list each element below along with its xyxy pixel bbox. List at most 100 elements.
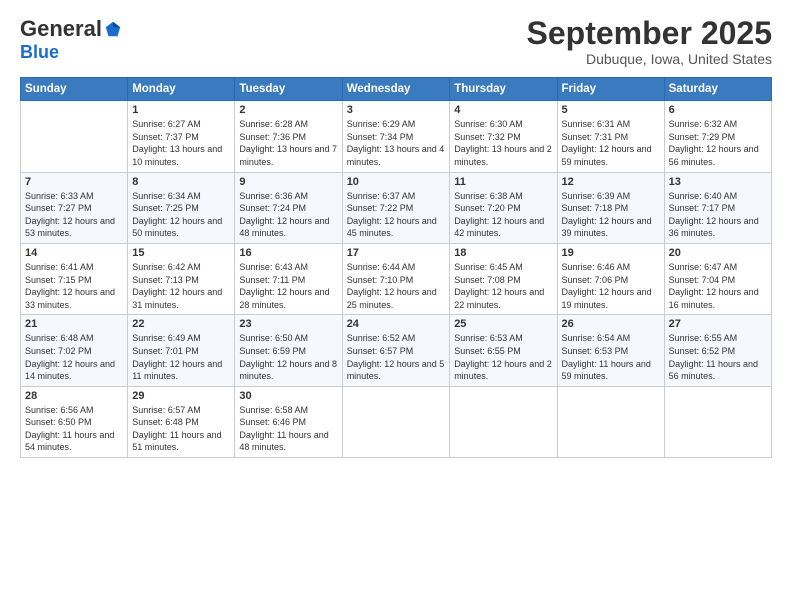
day-number: 4 xyxy=(454,104,552,116)
day-number: 2 xyxy=(239,104,337,116)
calendar-cell: 15 Sunrise: 6:42 AMSunset: 7:13 PMDaylig… xyxy=(128,243,235,314)
calendar-cell: 25 Sunrise: 6:53 AMSunset: 6:55 PMDaylig… xyxy=(450,315,557,386)
calendar-week-row: 7 Sunrise: 6:33 AMSunset: 7:27 PMDayligh… xyxy=(21,172,772,243)
col-tuesday: Tuesday xyxy=(235,78,342,101)
cell-info: Sunrise: 6:34 AMSunset: 7:25 PMDaylight:… xyxy=(132,190,230,240)
calendar-cell: 28 Sunrise: 6:56 AMSunset: 6:50 PMDaylig… xyxy=(21,386,128,457)
day-number: 14 xyxy=(25,247,123,259)
calendar-cell: 22 Sunrise: 6:49 AMSunset: 7:01 PMDaylig… xyxy=(128,315,235,386)
day-number: 10 xyxy=(347,176,446,188)
logo-blue: Blue xyxy=(20,42,59,62)
col-saturday: Saturday xyxy=(664,78,771,101)
day-number: 11 xyxy=(454,176,552,188)
calendar-cell: 1 Sunrise: 6:27 AMSunset: 7:37 PMDayligh… xyxy=(128,101,235,172)
day-number: 7 xyxy=(25,176,123,188)
day-number: 20 xyxy=(669,247,767,259)
day-number: 15 xyxy=(132,247,230,259)
cell-info: Sunrise: 6:53 AMSunset: 6:55 PMDaylight:… xyxy=(454,332,552,382)
calendar-cell: 29 Sunrise: 6:57 AMSunset: 6:48 PMDaylig… xyxy=(128,386,235,457)
calendar-cell: 14 Sunrise: 6:41 AMSunset: 7:15 PMDaylig… xyxy=(21,243,128,314)
col-sunday: Sunday xyxy=(21,78,128,101)
cell-info: Sunrise: 6:31 AMSunset: 7:31 PMDaylight:… xyxy=(562,118,660,168)
day-number: 5 xyxy=(562,104,660,116)
day-number: 16 xyxy=(239,247,337,259)
calendar-week-row: 1 Sunrise: 6:27 AMSunset: 7:37 PMDayligh… xyxy=(21,101,772,172)
calendar-cell: 3 Sunrise: 6:29 AMSunset: 7:34 PMDayligh… xyxy=(342,101,450,172)
calendar-cell: 11 Sunrise: 6:38 AMSunset: 7:20 PMDaylig… xyxy=(450,172,557,243)
cell-info: Sunrise: 6:45 AMSunset: 7:08 PMDaylight:… xyxy=(454,261,552,311)
col-monday: Monday xyxy=(128,78,235,101)
day-number: 19 xyxy=(562,247,660,259)
calendar-cell: 2 Sunrise: 6:28 AMSunset: 7:36 PMDayligh… xyxy=(235,101,342,172)
calendar-week-row: 14 Sunrise: 6:41 AMSunset: 7:15 PMDaylig… xyxy=(21,243,772,314)
logo-icon xyxy=(104,20,122,38)
calendar-cell: 4 Sunrise: 6:30 AMSunset: 7:32 PMDayligh… xyxy=(450,101,557,172)
cell-info: Sunrise: 6:47 AMSunset: 7:04 PMDaylight:… xyxy=(669,261,767,311)
day-number: 13 xyxy=(669,176,767,188)
day-number: 27 xyxy=(669,318,767,330)
day-number: 30 xyxy=(239,390,337,402)
day-number: 28 xyxy=(25,390,123,402)
cell-info: Sunrise: 6:29 AMSunset: 7:34 PMDaylight:… xyxy=(347,118,446,168)
cell-info: Sunrise: 6:41 AMSunset: 7:15 PMDaylight:… xyxy=(25,261,123,311)
day-number: 8 xyxy=(132,176,230,188)
day-number: 25 xyxy=(454,318,552,330)
calendar-cell: 10 Sunrise: 6:37 AMSunset: 7:22 PMDaylig… xyxy=(342,172,450,243)
cell-info: Sunrise: 6:40 AMSunset: 7:17 PMDaylight:… xyxy=(669,190,767,240)
logo-general: General xyxy=(20,16,102,42)
logo: General Blue xyxy=(20,16,122,63)
cell-info: Sunrise: 6:27 AMSunset: 7:37 PMDaylight:… xyxy=(132,118,230,168)
cell-info: Sunrise: 6:44 AMSunset: 7:10 PMDaylight:… xyxy=(347,261,446,311)
calendar-cell: 13 Sunrise: 6:40 AMSunset: 7:17 PMDaylig… xyxy=(664,172,771,243)
cell-info: Sunrise: 6:28 AMSunset: 7:36 PMDaylight:… xyxy=(239,118,337,168)
cell-info: Sunrise: 6:48 AMSunset: 7:02 PMDaylight:… xyxy=(25,332,123,382)
location: Dubuque, Iowa, United States xyxy=(527,51,772,67)
cell-info: Sunrise: 6:46 AMSunset: 7:06 PMDaylight:… xyxy=(562,261,660,311)
calendar-cell: 19 Sunrise: 6:46 AMSunset: 7:06 PMDaylig… xyxy=(557,243,664,314)
cell-info: Sunrise: 6:43 AMSunset: 7:11 PMDaylight:… xyxy=(239,261,337,311)
cell-info: Sunrise: 6:37 AMSunset: 7:22 PMDaylight:… xyxy=(347,190,446,240)
calendar-cell: 6 Sunrise: 6:32 AMSunset: 7:29 PMDayligh… xyxy=(664,101,771,172)
cell-info: Sunrise: 6:30 AMSunset: 7:32 PMDaylight:… xyxy=(454,118,552,168)
calendar-cell: 7 Sunrise: 6:33 AMSunset: 7:27 PMDayligh… xyxy=(21,172,128,243)
calendar-cell: 23 Sunrise: 6:50 AMSunset: 6:59 PMDaylig… xyxy=(235,315,342,386)
calendar-cell: 27 Sunrise: 6:55 AMSunset: 6:52 PMDaylig… xyxy=(664,315,771,386)
calendar-cell: 30 Sunrise: 6:58 AMSunset: 6:46 PMDaylig… xyxy=(235,386,342,457)
calendar-cell xyxy=(342,386,450,457)
cell-info: Sunrise: 6:50 AMSunset: 6:59 PMDaylight:… xyxy=(239,332,337,382)
cell-info: Sunrise: 6:54 AMSunset: 6:53 PMDaylight:… xyxy=(562,332,660,382)
calendar-cell: 16 Sunrise: 6:43 AMSunset: 7:11 PMDaylig… xyxy=(235,243,342,314)
day-number: 1 xyxy=(132,104,230,116)
calendar-cell: 17 Sunrise: 6:44 AMSunset: 7:10 PMDaylig… xyxy=(342,243,450,314)
calendar-week-row: 21 Sunrise: 6:48 AMSunset: 7:02 PMDaylig… xyxy=(21,315,772,386)
calendar-cell: 9 Sunrise: 6:36 AMSunset: 7:24 PMDayligh… xyxy=(235,172,342,243)
calendar-cell: 24 Sunrise: 6:52 AMSunset: 6:57 PMDaylig… xyxy=(342,315,450,386)
col-thursday: Thursday xyxy=(450,78,557,101)
col-friday: Friday xyxy=(557,78,664,101)
day-number: 23 xyxy=(239,318,337,330)
day-number: 26 xyxy=(562,318,660,330)
cell-info: Sunrise: 6:58 AMSunset: 6:46 PMDaylight:… xyxy=(239,404,337,454)
day-number: 17 xyxy=(347,247,446,259)
calendar-cell: 21 Sunrise: 6:48 AMSunset: 7:02 PMDaylig… xyxy=(21,315,128,386)
calendar-cell: 8 Sunrise: 6:34 AMSunset: 7:25 PMDayligh… xyxy=(128,172,235,243)
day-number: 21 xyxy=(25,318,123,330)
page-header: General Blue September 2025 Dubuque, Iow… xyxy=(20,16,772,67)
cell-info: Sunrise: 6:57 AMSunset: 6:48 PMDaylight:… xyxy=(132,404,230,454)
day-number: 18 xyxy=(454,247,552,259)
cell-info: Sunrise: 6:42 AMSunset: 7:13 PMDaylight:… xyxy=(132,261,230,311)
calendar-cell xyxy=(557,386,664,457)
calendar-week-row: 28 Sunrise: 6:56 AMSunset: 6:50 PMDaylig… xyxy=(21,386,772,457)
day-number: 12 xyxy=(562,176,660,188)
calendar-cell: 26 Sunrise: 6:54 AMSunset: 6:53 PMDaylig… xyxy=(557,315,664,386)
cell-info: Sunrise: 6:39 AMSunset: 7:18 PMDaylight:… xyxy=(562,190,660,240)
calendar-cell: 12 Sunrise: 6:39 AMSunset: 7:18 PMDaylig… xyxy=(557,172,664,243)
cell-info: Sunrise: 6:56 AMSunset: 6:50 PMDaylight:… xyxy=(25,404,123,454)
day-number: 24 xyxy=(347,318,446,330)
cell-info: Sunrise: 6:33 AMSunset: 7:27 PMDaylight:… xyxy=(25,190,123,240)
day-number: 22 xyxy=(132,318,230,330)
cell-info: Sunrise: 6:49 AMSunset: 7:01 PMDaylight:… xyxy=(132,332,230,382)
day-number: 9 xyxy=(239,176,337,188)
day-number: 29 xyxy=(132,390,230,402)
calendar-cell xyxy=(21,101,128,172)
